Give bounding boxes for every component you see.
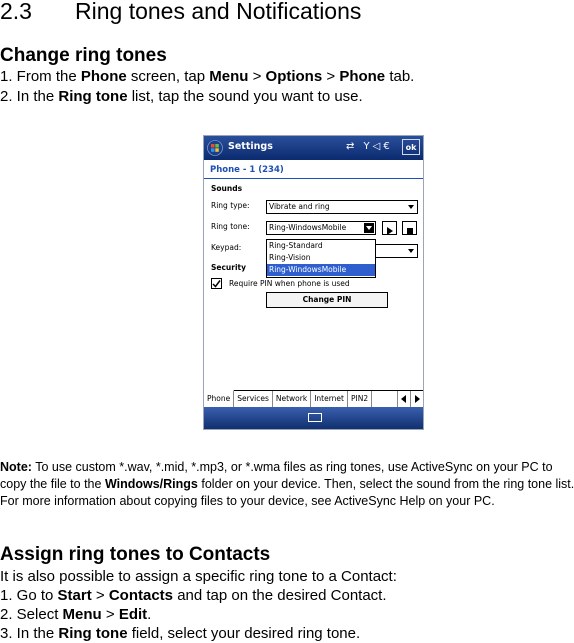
text: screen, tap (126, 68, 210, 85)
assign-ring-tones-heading: Assign ring tones to Contacts (0, 544, 271, 565)
require-pin-checkbox[interactable] (211, 278, 222, 289)
section-number: 2.3 (0, 0, 32, 24)
bold-text: Ring tone (58, 625, 128, 642)
text: 1. Go to (0, 587, 58, 604)
ring-tone-select[interactable]: Ring-WindowsMobile (266, 221, 376, 235)
play-icon (387, 227, 393, 235)
checkmark-icon (212, 280, 221, 288)
text: > (91, 587, 109, 604)
status-icons: ⇄ Y◁€ (346, 141, 393, 152)
text: 3. In the (0, 625, 59, 642)
divider (204, 178, 423, 179)
require-pin-label: Require PIN when phone is used (229, 279, 350, 288)
settings-tabs: Phone Services Network Internet PIN2 (204, 390, 423, 408)
bold-text: Ring tone (58, 88, 128, 105)
keyboard-icon[interactable] (308, 413, 322, 422)
section-title: Ring tones and Notifications (75, 0, 362, 24)
chevron-down-icon (406, 202, 416, 212)
scroll-left-icon[interactable] (397, 391, 410, 408)
bold-text: Options (265, 68, 323, 85)
assign-step-1: 1. Go to Start > Contacts and tap on the… (0, 587, 387, 605)
text: field, select your desired ring tone. (127, 625, 361, 642)
change-pin-button[interactable]: Change PIN (266, 292, 388, 308)
phone-subtitle: Phone - 1 (234) (210, 165, 284, 175)
text: list, tap the sound you want to use. (127, 88, 363, 105)
dropdown-option-selected[interactable]: Ring-WindowsMobile (267, 264, 375, 276)
phone-settings-screenshot: Settings ⇄ Y◁€ ok Phone - 1 (234) Sounds… (203, 135, 424, 430)
ring-tone-value: Ring-WindowsMobile (269, 223, 347, 232)
tab-network[interactable]: Network (273, 391, 312, 408)
tab-internet[interactable]: Internet (311, 391, 348, 408)
text: 2. In the (0, 88, 59, 105)
tab-pin2[interactable]: PIN2 (348, 391, 373, 408)
ring-tone-dropdown: Ring-Standard Ring-Vision Ring-WindowsMo… (266, 239, 376, 278)
windows-start-icon[interactable] (207, 140, 223, 156)
text: . (147, 606, 152, 623)
text: > (248, 68, 266, 85)
play-button[interactable] (382, 221, 397, 235)
note-paragraph: Note: To use custom *.wav, *.mid, *.mp3,… (0, 459, 574, 510)
bold-text: Edit (118, 606, 148, 623)
bold-text: Phone (339, 68, 386, 85)
bold-text: Menu (209, 68, 249, 85)
tab-services[interactable]: Services (234, 391, 273, 408)
bold-text: Start (57, 587, 92, 604)
stop-button[interactable] (402, 221, 417, 235)
text: tab. (385, 68, 415, 85)
sounds-label: Sounds (211, 184, 243, 193)
ring-tone-label: Ring tone: (211, 222, 250, 231)
security-label: Security (211, 263, 247, 272)
phone-title-bar: Settings ⇄ Y◁€ ok (204, 136, 423, 160)
section-heading: 2.3 Ring tones and Notifications (0, 0, 361, 25)
ring-type-value: Vibrate and ring (269, 202, 330, 211)
stop-icon (407, 228, 413, 234)
chevron-down-icon (406, 246, 416, 256)
keypad-select[interactable] (376, 244, 418, 258)
text: > (101, 606, 119, 623)
bold-text: Windows/Rings (104, 477, 198, 491)
scroll-right-icon[interactable] (410, 391, 423, 408)
text: 2. Select (0, 606, 63, 623)
keypad-label: Keypad: (211, 243, 242, 252)
phone-title: Settings (228, 141, 273, 152)
dropdown-option[interactable]: Ring-Standard (267, 240, 375, 252)
chevron-down-icon (364, 223, 374, 233)
bold-text: Contacts (108, 587, 174, 604)
assign-step-3: 3. In the Ring tone field, select your d… (0, 625, 360, 643)
ring-type-select[interactable]: Vibrate and ring (266, 200, 418, 214)
text: > (322, 68, 340, 85)
dropdown-option[interactable]: Ring-Vision (267, 252, 375, 264)
note-label: Note: (0, 460, 32, 474)
tab-phone[interactable]: Phone (204, 390, 235, 408)
ok-button[interactable]: ok (402, 139, 420, 155)
tab-scroll (397, 391, 423, 408)
phone-menu-bar (204, 407, 423, 429)
text: and tap on the desired Contact. (173, 587, 387, 604)
bold-text: Menu (62, 606, 102, 623)
change-ring-tones-heading: Change ring tones (0, 45, 167, 66)
assign-step-2: 2. Select Menu > Edit. (0, 606, 151, 624)
ring-type-label: Ring type: (211, 201, 250, 210)
change-step-1: 1. From the Phone screen, tap Menu > Opt… (0, 68, 414, 86)
bold-text: Phone (80, 68, 127, 85)
assign-intro: It is also possible to assign a specific… (0, 568, 397, 585)
text: 1. From the (0, 68, 81, 85)
change-step-2: 2. In the Ring tone list, tap the sound … (0, 88, 363, 106)
